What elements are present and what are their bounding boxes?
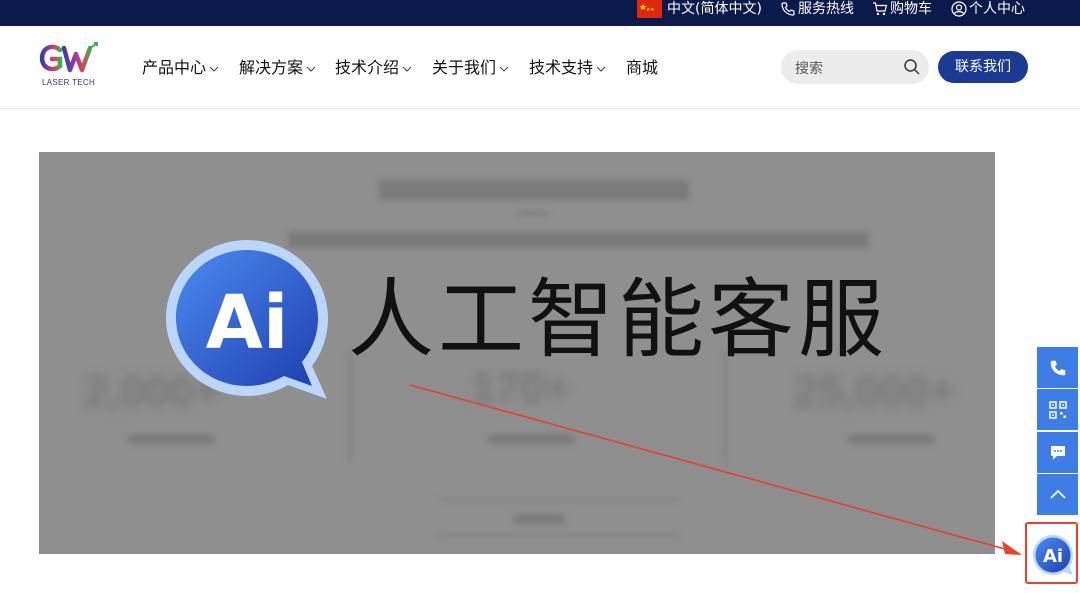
phone-icon (781, 2, 795, 16)
nav-label: 关于我们 (432, 58, 497, 77)
chat-button[interactable] (1037, 432, 1078, 473)
header: LASER TECH 产品中心 解决方案 技术介绍 关于我们 技术支持 商城 搜… (0, 26, 1080, 109)
ai-assistant-logo-icon: Ai (166, 240, 328, 399)
blurred-line (439, 498, 679, 500)
chevron-down-icon (209, 66, 219, 72)
cart-icon (873, 2, 888, 16)
back-to-top-button[interactable] (1037, 474, 1078, 515)
search-box[interactable]: 搜索 (781, 50, 929, 84)
chevron-down-icon (499, 66, 509, 72)
search-input[interactable]: 搜索 (795, 58, 823, 78)
blurred-divider (519, 212, 549, 215)
blurred-stat: 25,000+ (794, 367, 955, 416)
hotline-link[interactable]: 服务热线 (780, 0, 854, 26)
logo-text: LASER TECH (42, 78, 96, 87)
blurred-stat-label (129, 434, 214, 444)
nav-label: 解决方案 (239, 58, 304, 77)
blurred-button (514, 514, 564, 524)
account-link[interactable]: 个人中心 (951, 0, 1025, 26)
ai-assistant-button[interactable]: Ai (1031, 533, 1075, 577)
language-label: 中文(简体中文) (667, 1, 762, 17)
ai-button-text: Ai (1043, 546, 1063, 567)
blurred-subtitle (289, 232, 869, 248)
phone-icon (1050, 360, 1065, 375)
hotline-label: 服务热线 (798, 1, 854, 17)
chevron-down-icon (596, 66, 606, 72)
ai-logo-text: Ai (206, 280, 289, 366)
account-label: 个人中心 (969, 1, 1025, 17)
language-switch[interactable]: 中文(简体中文) (637, 0, 762, 26)
blurred-stat-label (849, 434, 934, 444)
back-to-top-icon (1049, 489, 1066, 499)
nav-label: 商城 (626, 58, 659, 77)
nav-solutions[interactable]: 解决方案 (239, 58, 316, 78)
cart-link[interactable]: 购物车 (872, 0, 932, 26)
blurred-stat: 170+ (471, 364, 571, 413)
nav-technology[interactable]: 技术介绍 (335, 58, 412, 78)
user-icon (951, 1, 967, 17)
nav-label: 技术介绍 (335, 58, 400, 77)
china-flag-icon (637, 0, 662, 20)
chevron-down-icon (402, 66, 412, 72)
top-bar: 中文(简体中文) 服务热线 购物车 个人中心 (0, 0, 1080, 26)
blurred-heading (379, 180, 689, 200)
contact-us-button[interactable]: 联系我们 (938, 51, 1028, 83)
blurred-stat-label (489, 434, 574, 444)
chevron-down-icon (306, 66, 316, 72)
qr-code-button[interactable] (1037, 389, 1078, 430)
nav-label: 技术支持 (529, 58, 594, 77)
qr-code-icon (1048, 400, 1067, 419)
phone-button[interactable] (1037, 347, 1078, 388)
cart-label: 购物车 (890, 1, 932, 17)
nav-products[interactable]: 产品中心 (142, 58, 219, 78)
nav-mall[interactable]: 商城 (626, 58, 658, 78)
nav-about[interactable]: 关于我们 (432, 58, 509, 78)
nav-label: 产品中心 (142, 58, 207, 77)
chat-icon (1050, 445, 1065, 459)
blurred-line (439, 534, 679, 536)
ai-customer-service-title: 人工智能客服 (348, 270, 888, 370)
nav-support[interactable]: 技术支持 (529, 58, 606, 78)
search-icon[interactable] (903, 58, 921, 76)
